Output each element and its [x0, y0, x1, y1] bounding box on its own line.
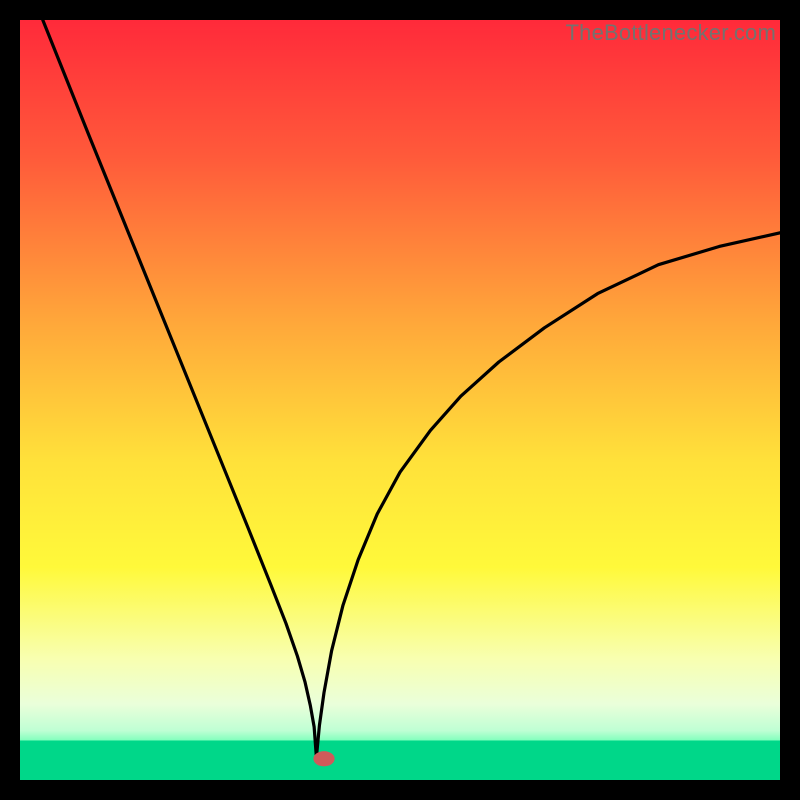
- watermark-text: TheBottlenecker.com: [566, 20, 776, 46]
- chart-green-band: [20, 740, 780, 780]
- chart-background-gradient: [20, 20, 780, 780]
- chart-frame: TheBottlenecker.com: [20, 20, 780, 780]
- optimal-point-marker: [313, 751, 334, 766]
- chart-plot: [20, 20, 780, 780]
